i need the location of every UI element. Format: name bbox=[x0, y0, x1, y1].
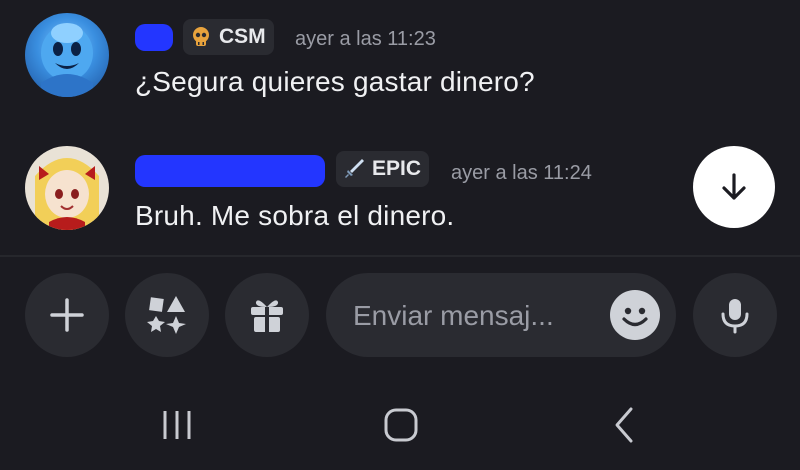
recent-apps-button[interactable] bbox=[137, 385, 217, 465]
message-item[interactable]: CSM ayer a las 11:23 ¿Segura quieres gas… bbox=[0, 0, 800, 130]
smiley-icon bbox=[612, 292, 658, 338]
user-avatar-icon bbox=[41, 23, 93, 97]
home-icon bbox=[384, 408, 418, 442]
microphone-icon bbox=[721, 299, 749, 334]
author-name-redacted[interactable] bbox=[135, 155, 325, 187]
recent-apps-icon bbox=[163, 411, 191, 439]
gift-button[interactable] bbox=[225, 273, 309, 357]
sword-icon bbox=[342, 157, 366, 181]
skull-icon bbox=[189, 25, 213, 49]
back-chevron-icon bbox=[615, 407, 633, 443]
plus-icon bbox=[50, 298, 84, 332]
role-label: EPIC bbox=[372, 157, 422, 180]
system-navigation-bar bbox=[0, 385, 800, 470]
message-text: ¿Segura quieres gastar dinero? bbox=[135, 66, 535, 97]
apps-icon bbox=[147, 296, 186, 334]
message-item[interactable]: EPIC ayer a las 11:24 Bruh. Me sobra el … bbox=[0, 140, 800, 250]
apps-button[interactable] bbox=[125, 273, 209, 357]
voice-message-button[interactable] bbox=[693, 273, 777, 357]
emoji-button[interactable] bbox=[610, 290, 660, 340]
add-attachment-button[interactable] bbox=[25, 273, 109, 357]
message-text: Bruh. Me sobra el dinero. bbox=[135, 200, 455, 231]
divider bbox=[0, 255, 800, 257]
avatar[interactable] bbox=[25, 13, 109, 97]
role-badge[interactable]: CSM bbox=[183, 19, 274, 55]
role-badge[interactable]: EPIC bbox=[336, 151, 430, 187]
timestamp: ayer a las 11:23 bbox=[295, 28, 436, 50]
message-input-container[interactable] bbox=[326, 273, 676, 357]
gift-icon bbox=[251, 300, 283, 332]
home-button[interactable] bbox=[361, 385, 441, 465]
author-name-redacted[interactable] bbox=[135, 24, 173, 51]
role-label: CSM bbox=[219, 25, 266, 48]
arrow-down-icon bbox=[722, 173, 746, 200]
back-button[interactable] bbox=[585, 385, 665, 465]
jump-to-latest-button[interactable] bbox=[693, 146, 775, 228]
message-input[interactable] bbox=[351, 295, 605, 337]
timestamp: ayer a las 11:24 bbox=[451, 162, 592, 184]
